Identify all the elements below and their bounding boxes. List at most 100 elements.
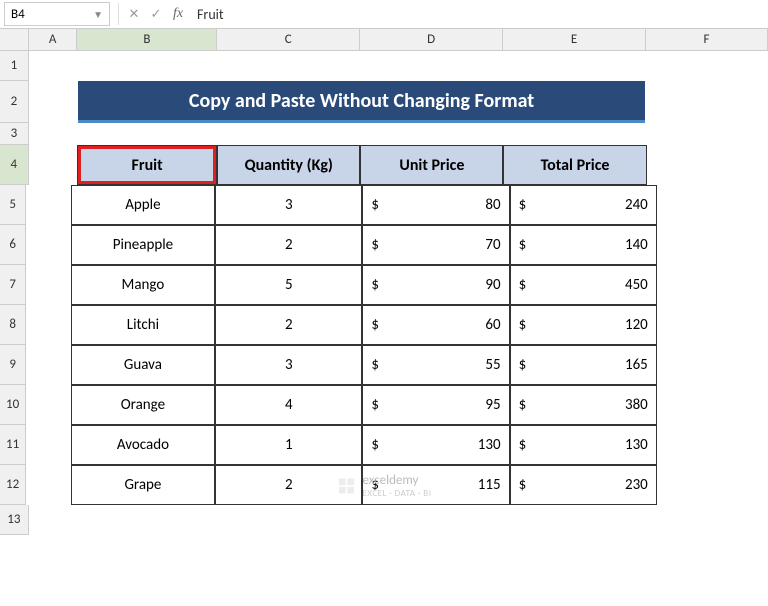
cell-unit[interactable]: $55 <box>362 345 509 385</box>
cell-total[interactable]: $120 <box>510 305 657 345</box>
cell-qty[interactable]: 4 <box>215 385 362 425</box>
fx-icon[interactable]: fx <box>167 3 189 25</box>
cell-unit[interactable]: $95 <box>362 385 509 425</box>
title-cell[interactable]: Copy and Paste Without Changing Format <box>78 81 646 123</box>
cell[interactable] <box>503 51 646 81</box>
name-box[interactable]: B4 ▼ <box>4 2 110 26</box>
cell-total[interactable]: $140 <box>510 225 657 265</box>
cell-unit[interactable]: $70 <box>362 225 509 265</box>
cell[interactable] <box>26 185 70 225</box>
cell-qty[interactable]: 5 <box>215 265 362 305</box>
cell[interactable] <box>217 123 360 145</box>
cell[interactable] <box>29 123 78 145</box>
cell-fruit[interactable]: Orange <box>71 385 216 425</box>
row-header[interactable]: 12 <box>0 465 26 505</box>
header-qty[interactable]: Quantity (Kg) <box>217 145 360 185</box>
cell[interactable] <box>77 123 217 145</box>
cell-qty[interactable]: 1 <box>215 425 362 465</box>
cell[interactable] <box>26 345 70 385</box>
row-header[interactable]: 5 <box>0 185 26 225</box>
select-all-corner[interactable] <box>0 29 29 51</box>
cell[interactable] <box>657 305 768 345</box>
cell[interactable] <box>646 51 768 81</box>
cell[interactable] <box>657 265 768 305</box>
header-total[interactable]: Total Price <box>503 145 646 185</box>
cell-fruit[interactable]: Litchi <box>71 305 216 345</box>
cell-total[interactable]: $450 <box>510 265 657 305</box>
cell[interactable] <box>360 51 503 81</box>
cell[interactable] <box>646 505 768 535</box>
cell[interactable] <box>29 145 77 185</box>
cell[interactable] <box>503 123 646 145</box>
cell[interactable] <box>217 51 360 81</box>
row-header[interactable]: 4 <box>0 145 29 185</box>
col-header-c[interactable]: C <box>217 29 360 51</box>
col-header-b[interactable]: B <box>77 29 217 51</box>
cell-unit[interactable]: $80 <box>362 185 509 225</box>
col-header-e[interactable]: E <box>503 29 646 51</box>
cancel-icon[interactable]: ✕ <box>123 3 145 25</box>
cell[interactable] <box>647 145 768 185</box>
row-header[interactable]: 7 <box>0 265 26 305</box>
cell-unit[interactable]: $90 <box>362 265 509 305</box>
cell[interactable] <box>77 505 217 535</box>
cell-total[interactable]: $380 <box>510 385 657 425</box>
cell[interactable] <box>657 425 768 465</box>
formula-input[interactable]: Fruit <box>189 6 768 23</box>
cell-qty[interactable]: 3 <box>215 345 362 385</box>
row-header[interactable]: 3 <box>0 123 29 145</box>
col-header-f[interactable]: F <box>646 29 768 51</box>
cell[interactable] <box>645 81 768 123</box>
row-header[interactable]: 10 <box>0 385 26 425</box>
cell[interactable] <box>29 51 78 81</box>
col-header-d[interactable]: D <box>360 29 503 51</box>
cell[interactable] <box>657 185 768 225</box>
cell[interactable] <box>26 225 70 265</box>
cell[interactable] <box>26 265 70 305</box>
cell-fruit[interactable]: Pineapple <box>71 225 216 265</box>
cell-fruit[interactable]: Apple <box>71 185 216 225</box>
row-header[interactable]: 13 <box>0 505 29 535</box>
cell[interactable] <box>360 505 503 535</box>
cell[interactable] <box>26 305 70 345</box>
cell[interactable] <box>503 505 646 535</box>
cell-unit[interactable]: $130 <box>362 425 509 465</box>
cell[interactable] <box>657 465 768 505</box>
cell[interactable] <box>26 385 70 425</box>
cell-fruit[interactable]: Avocado <box>71 425 216 465</box>
cell[interactable] <box>657 345 768 385</box>
cell[interactable] <box>29 81 78 123</box>
cell[interactable] <box>217 505 360 535</box>
row-header[interactable]: 6 <box>0 225 26 265</box>
cell-fruit[interactable]: Grape <box>71 465 216 505</box>
cell[interactable] <box>657 225 768 265</box>
cell[interactable] <box>26 425 70 465</box>
enter-icon[interactable]: ✓ <box>145 3 167 25</box>
row-header[interactable]: 9 <box>0 345 26 385</box>
dropdown-icon[interactable]: ▼ <box>93 8 103 21</box>
cell[interactable] <box>26 465 70 505</box>
cell[interactable] <box>657 385 768 425</box>
cell-total[interactable]: $240 <box>510 185 657 225</box>
cell-fruit[interactable]: Guava <box>71 345 216 385</box>
table-row: 6 Pineapple2$70$140 <box>0 225 768 265</box>
cell[interactable] <box>646 123 768 145</box>
header-fruit[interactable]: Fruit <box>77 145 217 185</box>
row-header[interactable]: 11 <box>0 425 26 465</box>
cell[interactable] <box>29 505 78 535</box>
cell-qty[interactable]: 3 <box>215 185 362 225</box>
cell-qty[interactable]: 2 <box>215 305 362 345</box>
cell-unit[interactable]: $60 <box>362 305 509 345</box>
row-header[interactable]: 8 <box>0 305 26 345</box>
cell[interactable] <box>77 51 217 81</box>
cell-total[interactable]: $230 <box>510 465 657 505</box>
cell[interactable] <box>360 123 503 145</box>
row-header[interactable]: 1 <box>0 51 29 81</box>
col-header-a[interactable]: A <box>29 29 78 51</box>
cell-qty[interactable]: 2 <box>215 225 362 265</box>
row-header[interactable]: 2 <box>0 81 29 123</box>
cell-total[interactable]: $165 <box>510 345 657 385</box>
cell-fruit[interactable]: Mango <box>71 265 216 305</box>
cell-total[interactable]: $130 <box>510 425 657 465</box>
header-unit[interactable]: Unit Price <box>360 145 503 185</box>
